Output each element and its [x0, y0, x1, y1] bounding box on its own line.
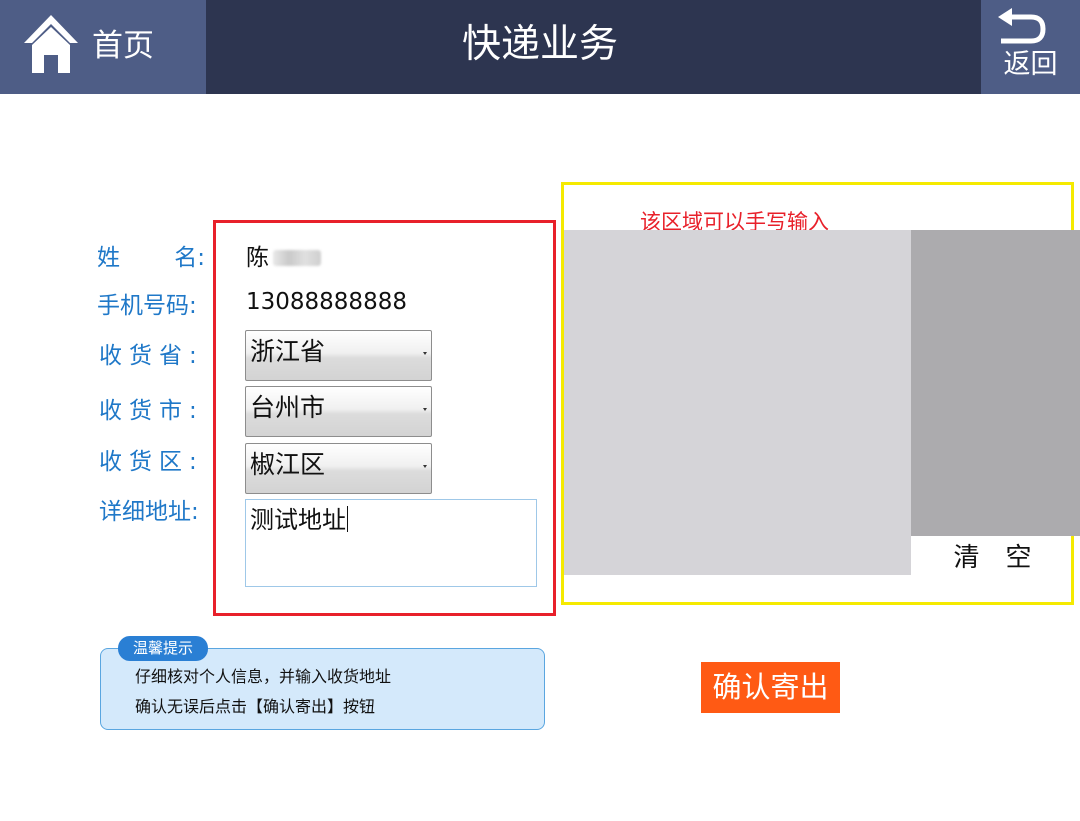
district-label: 收货区: [99, 449, 204, 475]
province-label: 收货省: [99, 343, 204, 369]
address-label: 详细地址: [99, 499, 199, 525]
tip-line-2: 确认无误后点击【确认寄出】按钮 [135, 697, 376, 716]
chevron-down-icon [423, 465, 427, 468]
province-select-value: 浙江省 [250, 337, 326, 366]
clear-button[interactable]: 清空 [911, 536, 1074, 580]
name-label-second: 名: [174, 245, 205, 271]
chevron-down-icon [423, 352, 427, 355]
text-caret [347, 506, 348, 532]
back-button[interactable]: 返回 [981, 0, 1080, 94]
page-title: 快递业务 [461, 22, 618, 67]
name-redaction [273, 250, 321, 266]
name-value: 陈 [246, 242, 321, 274]
name-text: 陈 [246, 245, 269, 271]
name-label-first: 姓 [97, 245, 120, 271]
phone-value: 13088888888 [246, 289, 407, 315]
tip-line-1: 仔细核对个人信息，并输入收货地址 [135, 667, 392, 686]
phone-label: 手机号码: [97, 293, 197, 319]
city-select[interactable]: 台州市 [245, 386, 432, 437]
address-text: 测试地址 [250, 506, 346, 534]
address-input[interactable]: 测试地址 [245, 499, 537, 587]
district-select[interactable]: 椒江区 [245, 443, 432, 494]
handwriting-pad[interactable] [564, 230, 911, 575]
tip-badge: 温馨提示 [118, 636, 208, 661]
top-bar: 首页 快递业务 返回 [0, 0, 1080, 94]
province-select[interactable]: 浙江省 [245, 330, 432, 381]
handwriting-side-panel[interactable] [911, 230, 1080, 536]
city-select-value: 台州市 [250, 393, 326, 422]
city-label: 收货市: [99, 398, 204, 424]
chevron-down-icon [423, 408, 427, 411]
back-label: 返回 [1003, 49, 1058, 80]
name-label: 姓 名: [97, 242, 205, 274]
confirm-send-button[interactable]: 确认寄出 [701, 662, 840, 713]
back-arrow-icon [998, 8, 1046, 44]
address-input-value: 测试地址 [250, 504, 348, 536]
district-select-value: 椒江区 [250, 450, 326, 479]
